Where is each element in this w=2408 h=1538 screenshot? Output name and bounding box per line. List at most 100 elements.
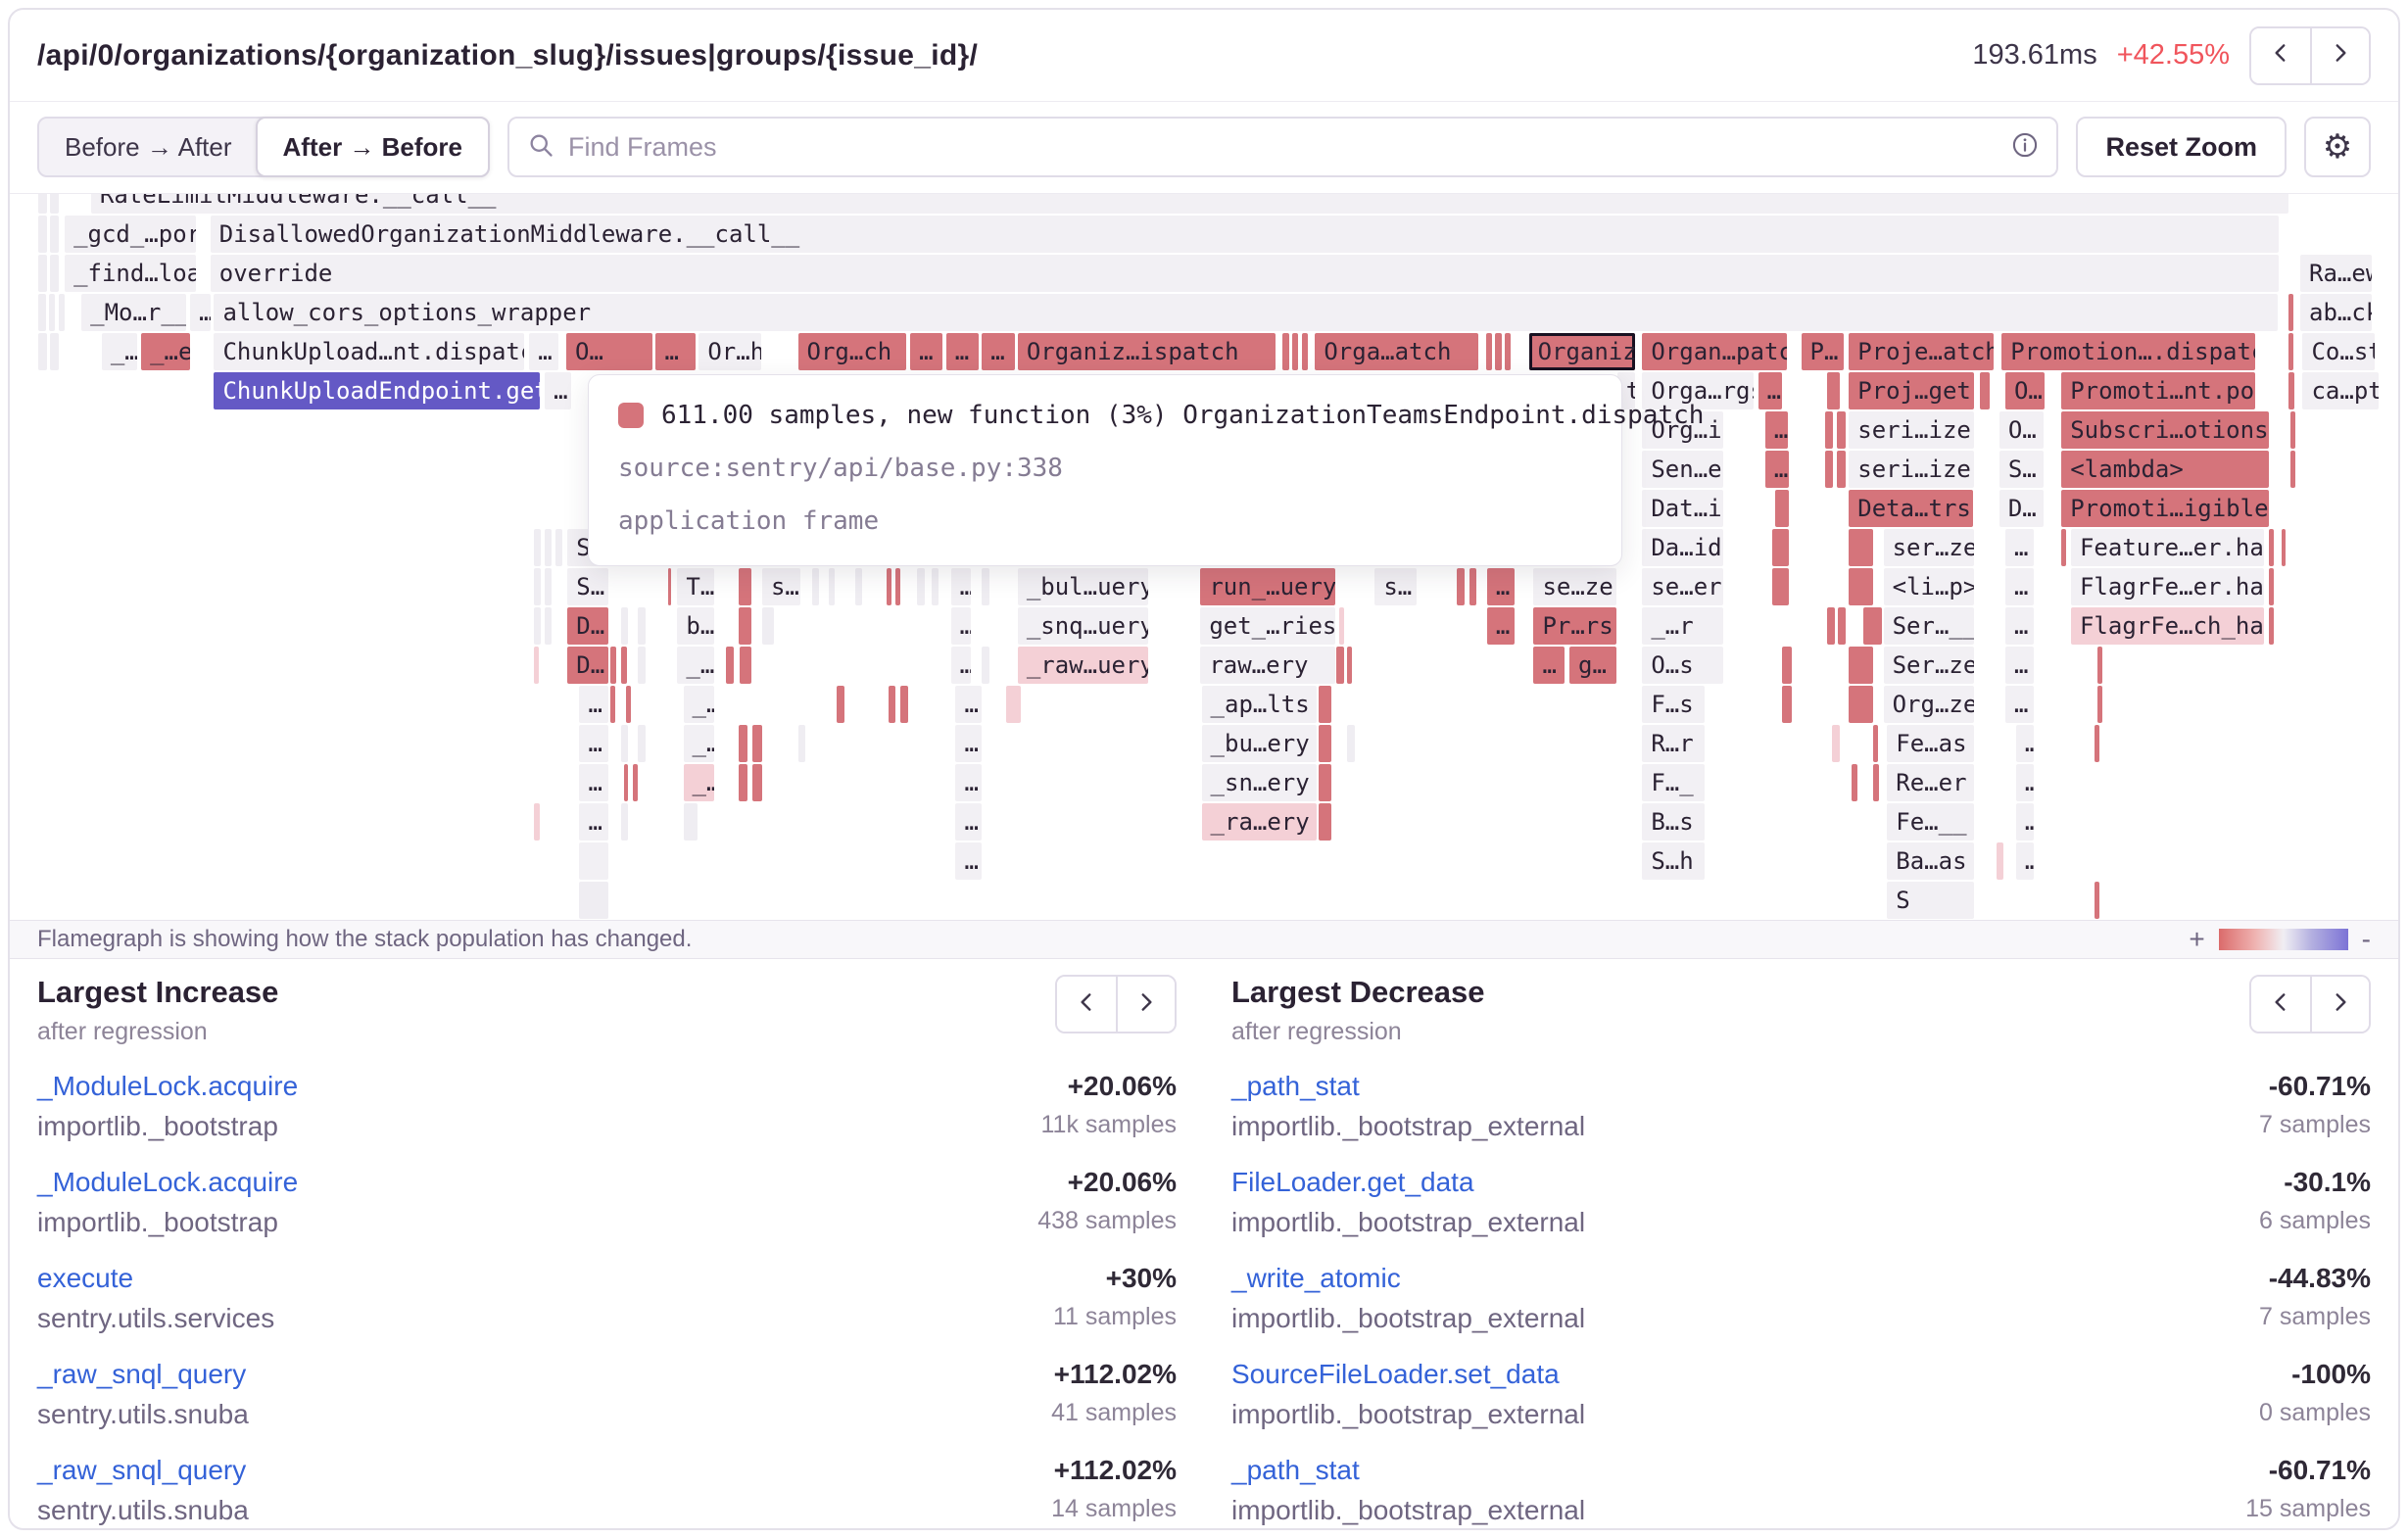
flamegraph-frame[interactable] (1980, 372, 1990, 409)
flamegraph-frame[interactable]: run_…uery (1200, 568, 1335, 605)
flamegraph-frame[interactable] (1827, 607, 1834, 645)
function-link[interactable]: _path_stat (1231, 1455, 1585, 1486)
flamegraph-frame[interactable]: Org…ze (1884, 686, 1975, 723)
flamegraph-frame[interactable] (1849, 686, 1872, 723)
flamegraph-frame[interactable]: … (529, 333, 557, 370)
settings-button[interactable]: ⚙ (2304, 117, 2371, 177)
flamegraph-frame[interactable] (534, 607, 541, 645)
function-link[interactable]: _raw_snql_query (37, 1455, 249, 1486)
flamegraph-frame[interactable]: F…_ (1642, 764, 1704, 801)
flamegraph-frame[interactable]: … (1765, 411, 1788, 449)
flamegraph-frame[interactable]: _… (684, 764, 715, 801)
flamegraph-frame[interactable] (626, 686, 631, 723)
flamegraph-frame[interactable]: Promoti…nt.post (2061, 372, 2254, 409)
flamegraph-frame[interactable] (2269, 607, 2274, 645)
flamegraph-frame[interactable]: RateLimitMiddleware.__call__ (91, 194, 2288, 214)
flamegraph-frame[interactable]: _ap…lts (1202, 686, 1317, 723)
flamegraph-frame[interactable]: … (1758, 372, 1782, 409)
flamegraph-frame[interactable]: _gcd_…port (65, 216, 196, 253)
flamegraph-frame[interactable] (798, 725, 805, 762)
flamegraph-frame[interactable]: _find…load (65, 255, 196, 292)
flamegraph-frame[interactable] (2095, 882, 2099, 919)
flamegraph-frame[interactable] (752, 725, 762, 762)
flamegraph-frame[interactable] (887, 568, 891, 605)
flamegraph-frame[interactable] (621, 607, 628, 645)
flamegraph-frame[interactable] (50, 194, 59, 214)
flamegraph-frame[interactable] (1339, 607, 1344, 645)
flamegraph-frame[interactable]: … (951, 568, 972, 605)
flamegraph-frame[interactable]: … (951, 607, 972, 645)
flamegraph-frame[interactable] (1782, 647, 1792, 684)
flamegraph-frame[interactable]: Ser…__ (1884, 607, 1975, 645)
flamegraph-frame[interactable] (555, 529, 562, 566)
flamegraph-frame[interactable]: … (955, 686, 982, 723)
function-link[interactable]: SourceFileLoader.set_data (1231, 1359, 1585, 1390)
flamegraph-frame[interactable] (1457, 568, 1464, 605)
flamegraph-frame[interactable] (982, 568, 988, 605)
flamegraph-frame[interactable] (762, 607, 774, 645)
flamegraph-frame[interactable]: _… (677, 647, 714, 684)
flamegraph-frame-hovered[interactable]: Organizat….dispatch (1529, 333, 1635, 370)
flamegraph-frame[interactable]: ca…pt (2302, 372, 2379, 409)
flamegraph-frame[interactable] (2288, 372, 2294, 409)
flamegraph-frame[interactable]: … (579, 764, 607, 801)
flamegraph-frame[interactable]: override (211, 255, 2279, 292)
flamegraph-frame[interactable]: Proj…get (1849, 372, 1974, 409)
flamegraph-frame[interactable] (855, 568, 862, 605)
flamegraph-frame[interactable] (1997, 842, 2002, 880)
flamegraph-frame[interactable] (739, 607, 751, 645)
flamegraph-frame[interactable]: … (2016, 764, 2034, 801)
flamegraph-frame[interactable] (1495, 333, 1501, 370)
flamegraph-frame[interactable] (1302, 333, 1308, 370)
flamegraph-frame[interactable]: _raw…uery (1018, 647, 1148, 684)
flamegraph-frame[interactable] (1837, 411, 1846, 449)
decrease-next-button[interactable] (2310, 977, 2369, 1032)
flamegraph-frame[interactable]: … (579, 725, 607, 762)
flamegraph-frame[interactable] (638, 607, 645, 645)
flamegraph-frame[interactable]: … (2005, 647, 2034, 684)
flamegraph-frame[interactable] (1849, 568, 1872, 605)
flamegraph-frame[interactable]: Subscri…otions (2061, 411, 2269, 449)
flamegraph-frame[interactable]: _…r (1642, 607, 1723, 645)
flamegraph-frame[interactable] (2290, 411, 2295, 449)
flamegraph-frame[interactable]: Promotion….dispatch (2001, 333, 2254, 370)
flamegraph-frame[interactable]: _ra…ery (1202, 803, 1317, 841)
flamegraph-frame[interactable] (1873, 764, 1879, 801)
info-icon[interactable] (2011, 131, 2039, 164)
flamegraph-frame[interactable]: T… (677, 568, 714, 605)
flamegraph-frame[interactable]: Fe…as (1887, 725, 1974, 762)
flamegraph-frame[interactable] (38, 294, 45, 331)
increase-next-button[interactable] (1116, 977, 1175, 1032)
flamegraph-frame[interactable] (1505, 333, 1511, 370)
flamegraph-frame[interactable]: Dat…id (1642, 490, 1723, 527)
flamegraph-frame[interactable] (2097, 647, 2102, 684)
flamegraph-frame[interactable] (2282, 529, 2287, 566)
flamegraph-frame[interactable] (739, 725, 748, 762)
flamegraph-frame[interactable] (1873, 725, 1878, 762)
flamegraph-frame[interactable] (684, 803, 698, 841)
flamegraph-frame[interactable]: Co…st (2302, 333, 2374, 370)
flamegraph-frame[interactable] (932, 568, 939, 605)
flamegraph-frame[interactable]: F…s (1642, 686, 1704, 723)
flamegraph-frame[interactable] (1838, 607, 1845, 645)
flamegraph-frame[interactable] (1837, 451, 1846, 488)
flamegraph-frame[interactable]: _…e (141, 333, 190, 370)
flamegraph-frame[interactable] (917, 568, 924, 605)
flamegraph-frame[interactable]: … (2016, 803, 2034, 841)
flamegraph-frame[interactable]: s… (1374, 568, 1417, 605)
flamegraph-frame[interactable] (739, 568, 751, 605)
function-link[interactable]: _path_stat (1231, 1071, 1585, 1102)
flamegraph-frame[interactable]: … (2016, 725, 2034, 762)
flamegraph-frame[interactable]: FlagrFe…ch_has (2071, 607, 2264, 645)
prev-button[interactable] (2251, 28, 2310, 83)
flamegraph-frame[interactable] (1319, 803, 1331, 841)
flamegraph-frame[interactable]: O…s (2005, 372, 2045, 409)
flamegraph-frame[interactable]: Or…h (698, 333, 760, 370)
flamegraph-frame[interactable]: … (1533, 647, 1565, 684)
search-input[interactable] (568, 132, 1998, 163)
function-link[interactable]: _ModuleLock.acquire (37, 1167, 298, 1198)
flamegraph-frame[interactable] (829, 568, 835, 605)
flamegraph-frame[interactable] (621, 647, 627, 684)
flamegraph-frame[interactable] (2269, 568, 2274, 605)
flamegraph-frame[interactable]: … (2016, 842, 2034, 880)
